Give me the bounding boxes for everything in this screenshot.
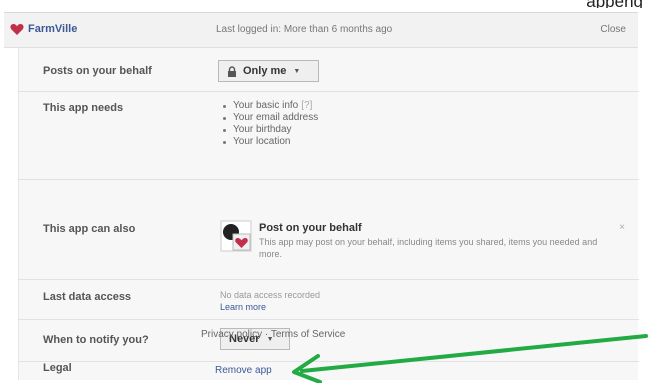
post-permission-icon [220,220,252,252]
info-tag[interactable]: [?] [301,100,312,111]
top-right-snippet: appeng [586,0,643,8]
heart-icon [10,24,24,35]
needs-label: This app needs [43,102,124,114]
access-label: Last data access [43,291,132,303]
permission-title: Post on your behalf [259,222,362,234]
access-status-text: No data access recorded [220,290,321,300]
list-item: Your birthday [221,124,318,136]
remove-permission-icon[interactable]: × [619,222,625,233]
green-arrow-annotation [292,334,648,383]
legal-separator: · [262,329,271,340]
remove-app-link[interactable]: Remove app [215,365,272,376]
permission-description: This app may post on your behalf, includ… [259,237,598,259]
lock-icon [228,65,236,77]
list-item: Your email address [221,112,318,124]
list-item: Your basic info [?] [221,100,318,112]
close-button[interactable]: Close [600,24,626,35]
privacy-dropdown-value: Only me [243,65,287,77]
row-last-data-access: Last data access No data access recorded… [19,280,639,320]
app-name-link[interactable]: FarmVille [28,23,77,35]
legal-label: Legal [43,362,72,374]
row-app-can-also: This app can also Post on your behalf Th… [19,180,639,280]
learn-more-link[interactable]: Learn more [220,301,320,313]
access-status: No data access recorded Learn more [220,289,320,313]
posts-label: Posts on your behalf [43,65,152,77]
row-posts-on-behalf: Posts on your behalf Only me ▼ [19,48,639,92]
chevron-down-icon: ▼ [293,67,301,75]
privacy-policy-link[interactable]: Privacy policy [201,329,262,340]
needs-list: Your basic info [?] Your email address Yo… [221,100,318,148]
notify-label: When to notify you? [43,334,149,346]
app-header: FarmVille Last logged in: More than 6 mo… [4,12,638,48]
privacy-dropdown[interactable]: Only me ▼ [218,60,319,82]
list-item: Your location [221,136,318,148]
row-app-needs: This app needs Your basic info [?] Your e… [19,92,639,180]
also-label: This app can also [43,223,136,235]
last-logged-text: Last logged in: More than 6 months ago [216,24,393,35]
